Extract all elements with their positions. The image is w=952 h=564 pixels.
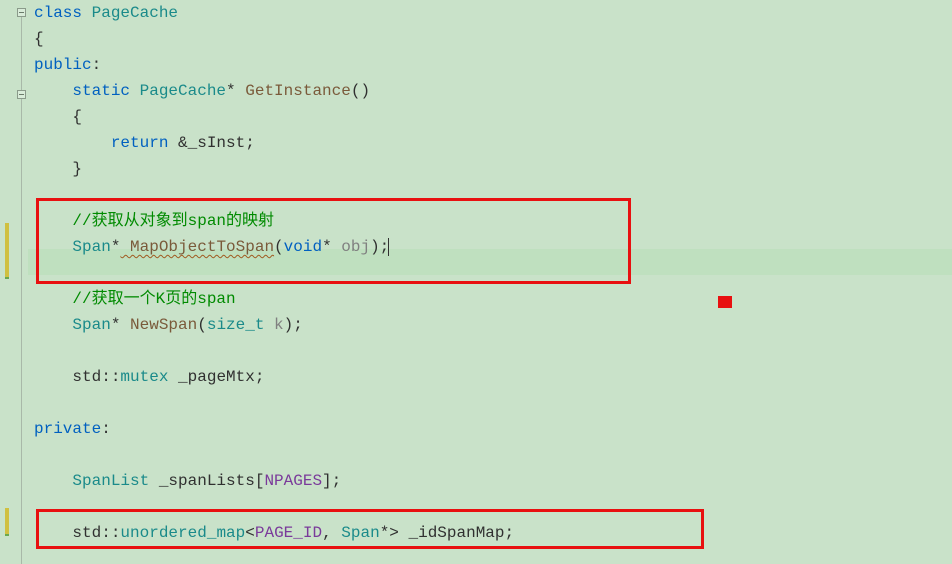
code-line: { [34,26,952,52]
code-line: private: [34,416,952,442]
code-line: std::unordered_map<PAGE_ID, Span*> _idSp… [34,520,952,546]
code-editor[interactable]: class PageCache { public: static PageCac… [0,0,952,564]
fold-icon[interactable] [17,8,26,17]
code-line: class PageCache [34,0,952,26]
code-line [34,338,952,364]
fold-icon[interactable] [17,90,26,99]
code-line [34,182,952,208]
code-line [34,260,952,286]
code-line [34,494,952,520]
code-area[interactable]: class PageCache { public: static PageCac… [28,0,952,564]
text-cursor [388,238,389,256]
code-line: return &_sInst; [34,130,952,156]
code-line: std::mutex _pageMtx; [34,364,952,390]
code-line: public: [34,52,952,78]
code-line [34,390,952,416]
code-line [34,442,952,468]
change-marker [5,223,9,277]
change-marker [5,534,9,536]
code-line: } [34,156,952,182]
change-marker [5,277,9,279]
code-line: //获取从对象到span的映射 [34,208,952,234]
code-line: Span* NewSpan(size_t k); [34,312,952,338]
code-line: //获取一个K页的span [34,286,952,312]
code-line: { [34,104,952,130]
annotation-square [718,296,732,308]
code-line: static PageCache* GetInstance() [34,78,952,104]
code-line: Span* MapObjectToSpan(void* obj); [34,234,952,260]
code-line: SpanList _spanLists[NPAGES]; [34,468,952,494]
gutter [0,0,28,564]
change-marker [5,508,9,534]
